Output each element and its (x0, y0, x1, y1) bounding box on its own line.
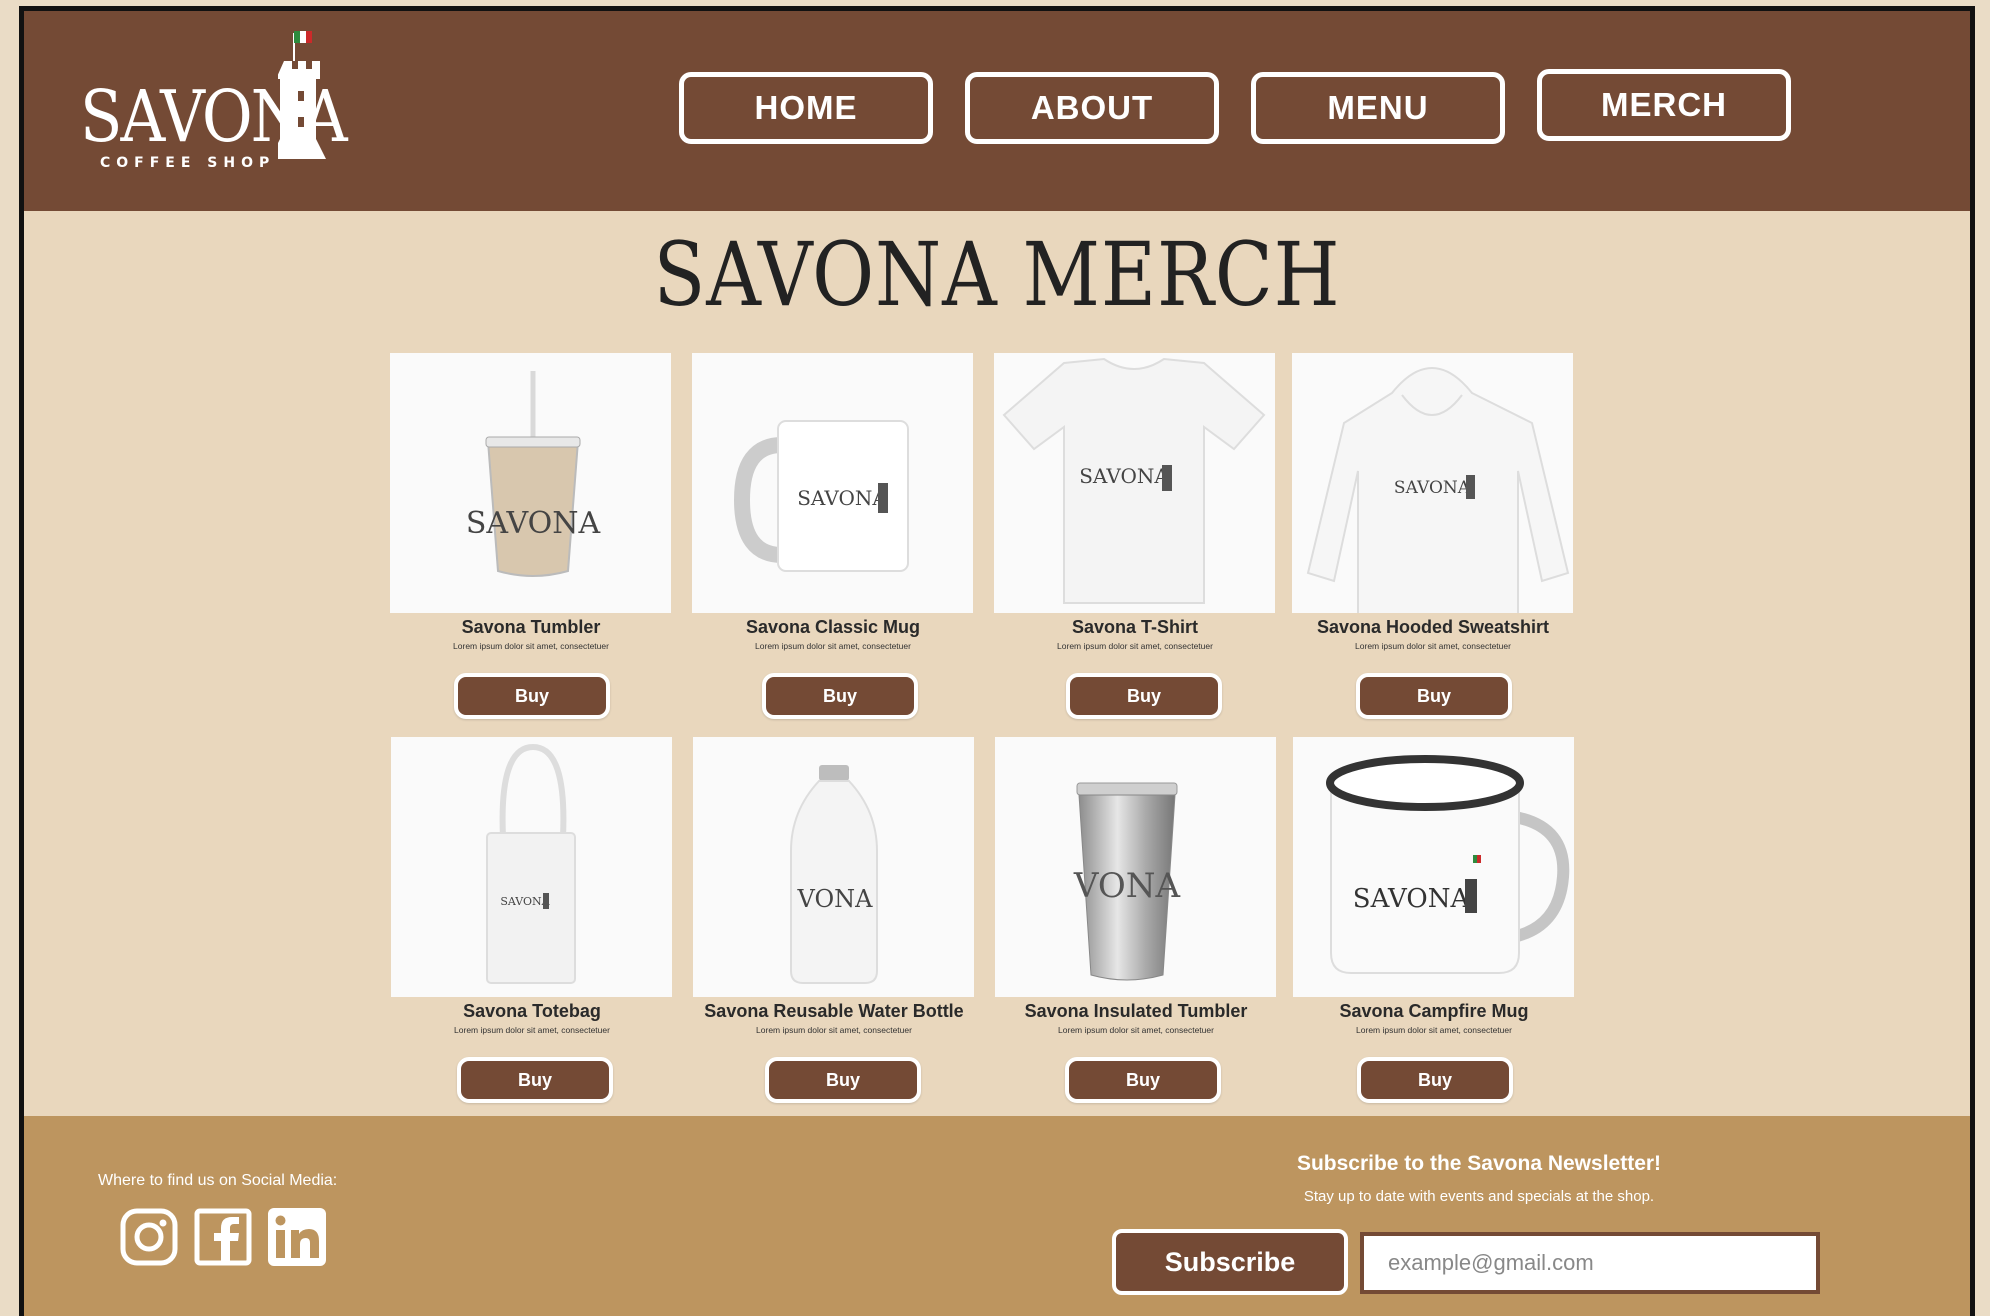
product-name: Savona T-Shirt (1071, 617, 1199, 637)
product-description: Lorem ipsum dolor sit amet, consectetuer (1356, 1025, 1512, 1035)
product-card: VONA Savona Insulated Tumbler Lorem ipsu… (995, 737, 1277, 1103)
social-label: Where to find us on Social Media: (98, 1172, 338, 1189)
bottle-image[interactable]: VONA (693, 737, 974, 997)
buy-button[interactable]: Buy (765, 1057, 921, 1103)
product-card: SAVONA Savona T-Shirt Lorem ipsum dolor … (994, 353, 1276, 719)
totebag-image[interactable]: SAVONA (391, 737, 672, 997)
buy-button[interactable]: Buy (1357, 1057, 1513, 1103)
instagram-icon[interactable] (120, 1208, 178, 1266)
logo-tagline: COFFEE SHOP (100, 155, 276, 171)
product-card: VONA Savona Reusable Water Bottle Lorem … (693, 737, 975, 1103)
newsletter-subtitle: Stay up to date with events and specials… (1303, 1188, 1655, 1205)
buy-button[interactable]: Buy (454, 673, 610, 719)
email-field[interactable] (1360, 1232, 1820, 1294)
product-name: Savona Tumbler (461, 617, 601, 637)
nav-menu-button[interactable]: MENU (1251, 72, 1505, 144)
buy-button[interactable]: Buy (1066, 673, 1222, 719)
nav-home-button[interactable]: HOME (679, 72, 933, 144)
site-footer: Where to find us on Social Media: Subscr… (24, 1116, 1970, 1316)
subscribe-button[interactable]: Subscribe (1112, 1229, 1348, 1295)
page-frame: SAVONA COFFEE SHOP HOME ABOUT MENU MERCH… (19, 6, 1975, 1316)
buy-button[interactable]: Buy (1065, 1057, 1221, 1103)
facebook-icon[interactable] (194, 1208, 252, 1266)
product-card: SAVONA Savona Totebag Lorem ipsum dolor … (391, 737, 673, 1103)
product-description: Lorem ipsum dolor sit amet, consectetuer (1057, 641, 1213, 651)
product-name: Savona Classic Mug (745, 617, 921, 637)
product-description: Lorem ipsum dolor sit amet, consectetuer (1355, 641, 1511, 651)
buy-button[interactable]: Buy (457, 1057, 613, 1103)
product-description: Lorem ipsum dolor sit amet, consectetuer (1058, 1025, 1214, 1035)
linkedin-icon[interactable] (268, 1208, 326, 1266)
product-card: SAVONA Savona Classic Mug Lorem ipsum do… (692, 353, 974, 719)
product-description: Lorem ipsum dolor sit amet, consectetuer (453, 641, 609, 651)
page-title: SAVONA MERCH (653, 223, 1341, 326)
campfire-mug-image[interactable]: SAVONA (1293, 737, 1574, 997)
product-description: Lorem ipsum dolor sit amet, consectetuer (755, 641, 911, 651)
product-card: SAVONA Savona Tumbler Lorem ipsum dolor … (390, 353, 672, 719)
svg-text:SAVONA: SAVONA (1353, 884, 1471, 914)
svg-text:SAVONA: SAVONA (1079, 464, 1169, 488)
product-name: Savona Insulated Tumbler (1024, 1001, 1248, 1021)
insulated-tumbler-image[interactable]: VONA (995, 737, 1276, 997)
tshirt-image[interactable]: SAVONA (994, 353, 1275, 613)
site-header: SAVONA COFFEE SHOP HOME ABOUT MENU MERCH (24, 11, 1970, 211)
savona-logo[interactable]: SAVONA COFFEE SHOP (80, 25, 380, 175)
product-description: Lorem ipsum dolor sit amet, consectetuer (756, 1025, 912, 1035)
newsletter-title: Subscribe to the Savona Newsletter! (1296, 1152, 1662, 1175)
svg-text:SAVONA: SAVONA (466, 506, 601, 541)
svg-text:VONA: VONA (797, 885, 874, 913)
buy-button[interactable]: Buy (762, 673, 918, 719)
product-description: Lorem ipsum dolor sit amet, consectetuer (454, 1025, 610, 1035)
hoodie-image[interactable]: SAVONA (1292, 353, 1573, 613)
svg-text:SAVONA: SAVONA (797, 486, 887, 510)
product-name: Savona Reusable Water Bottle (704, 1001, 964, 1021)
mug-image[interactable]: SAVONA (692, 353, 973, 613)
buy-button[interactable]: Buy (1356, 673, 1512, 719)
nav-about-button[interactable]: ABOUT (965, 72, 1219, 144)
product-card: SAVONA Savona Campfire Mug Lorem ipsum d… (1293, 737, 1575, 1103)
product-card: SAVONA Savona Hooded Sweatshirt Lorem ip… (1292, 353, 1574, 719)
svg-text:SAVONA: SAVONA (1394, 478, 1471, 498)
svg-text:VONA: VONA (1073, 866, 1181, 906)
product-name: Savona Hooded Sweatshirt (1316, 617, 1550, 637)
product-name: Savona Campfire Mug (1339, 1001, 1529, 1021)
nav-merch-button[interactable]: MERCH (1537, 69, 1791, 141)
product-name: Savona Totebag (463, 1001, 601, 1021)
tumbler-image[interactable]: SAVONA (390, 353, 671, 613)
tower-icon (278, 31, 326, 159)
